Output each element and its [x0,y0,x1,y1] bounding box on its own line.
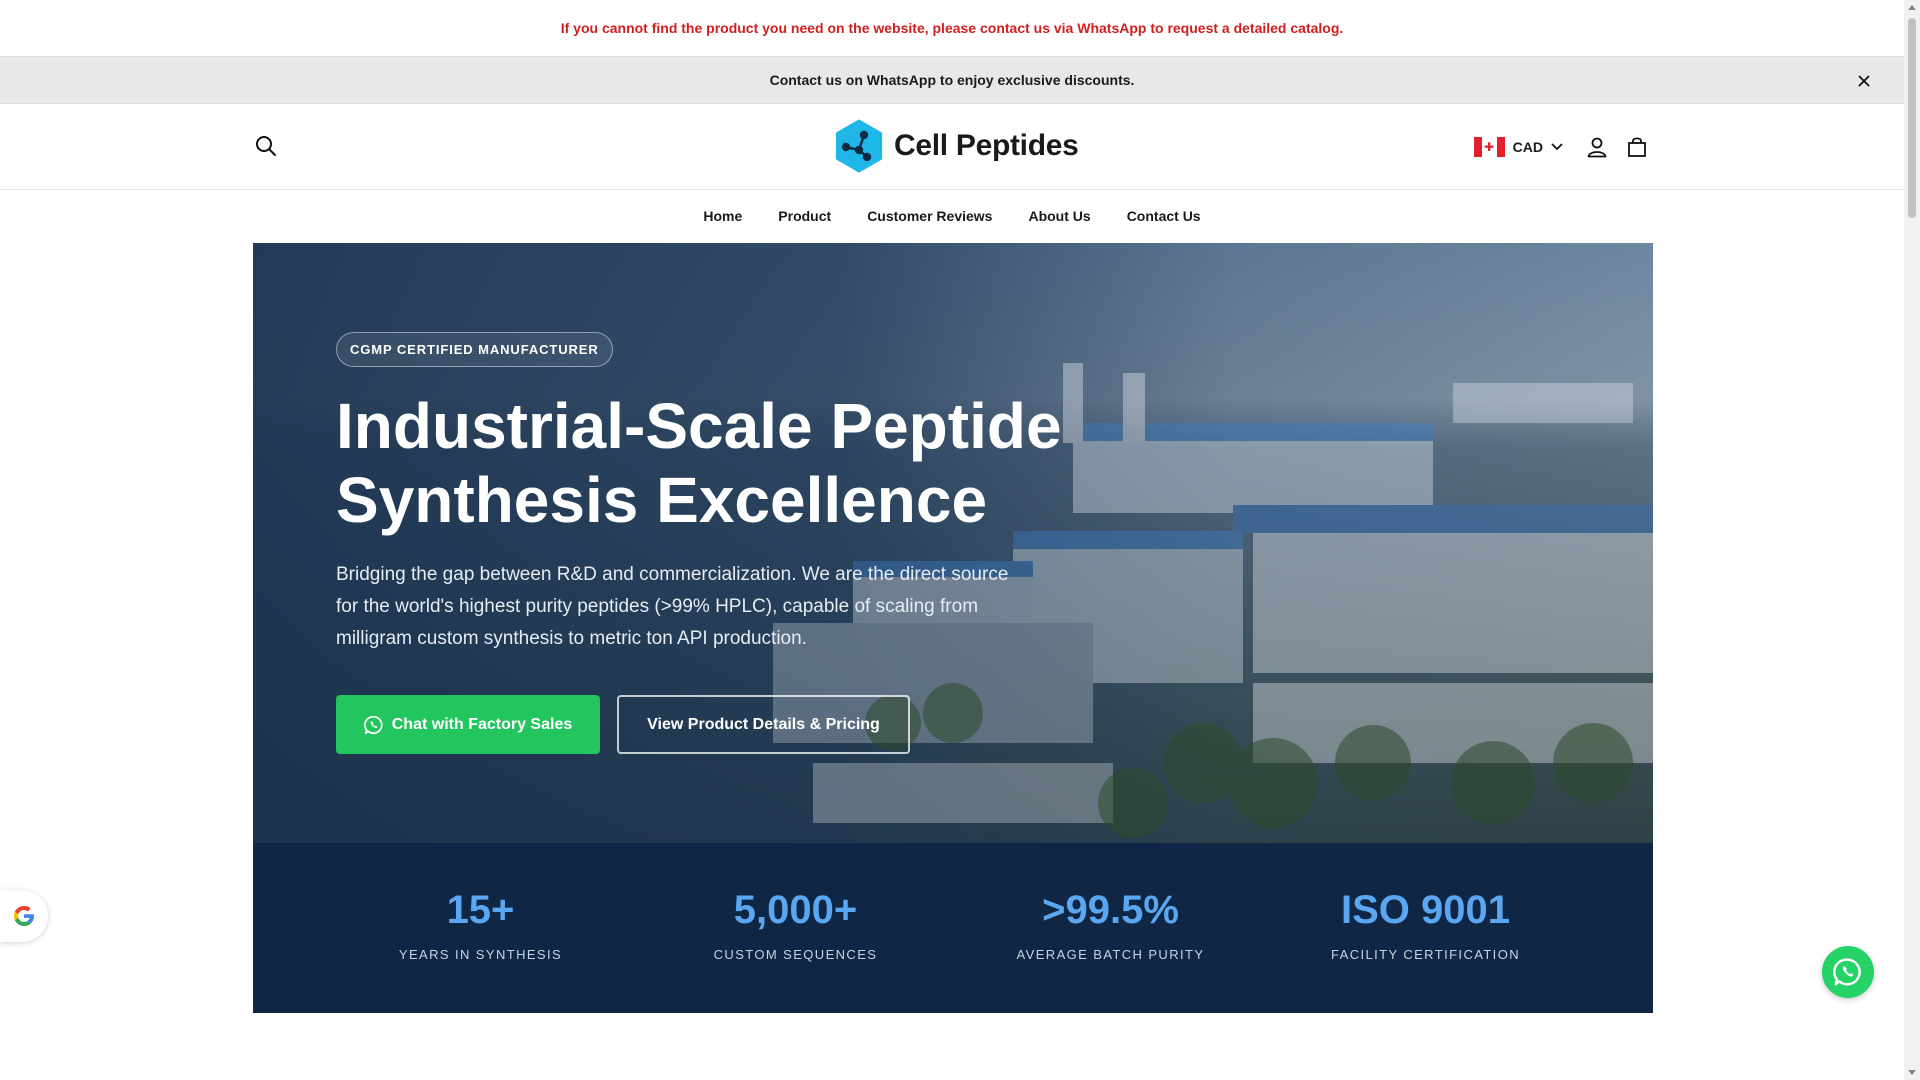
hero-description: Bridging the gap between R&D and commerc… [336,564,1009,649]
site-logo[interactable]: Cell Peptides [832,119,1079,173]
canada-flag-icon: ✚ [1473,137,1505,157]
user-icon[interactable] [1583,133,1611,161]
stat-item: ISO 9001 FACILITY CERTIFICATION [1268,843,1583,1013]
whatsapp-icon [1833,958,1861,986]
main-nav: Home Product Customer Reviews About Us C… [0,190,1904,242]
site-header: Cell Peptides ✚ CAD [0,104,1904,190]
chevron-down-icon [1551,143,1563,151]
stat-value: ISO 9001 [1340,888,1510,932]
hero-title: Industrial-Scale Peptide Synthesis Excel… [336,390,1062,536]
whatsapp-float-button[interactable] [1822,946,1874,998]
whatsapp-icon [363,715,383,734]
hero-banner: CGMP CERTIFIED MANUFACTURER Industrial-S… [253,243,1653,843]
stat-item: 15+ YEARS IN SYNTHESIS [323,843,638,1013]
google-icon [14,906,34,926]
stat-value: >99.5% [1042,888,1179,932]
nav-home[interactable]: Home [703,208,742,224]
announcement-text: Contact us on WhatsApp to enjoy exclusiv… [769,72,1135,88]
scroll-up-arrow-icon[interactable] [1908,5,1916,10]
page-scrollbar[interactable] [1904,0,1920,1080]
announcement-bar: Contact us on WhatsApp to enjoy exclusiv… [0,56,1904,104]
stat-item: 5,000+ CUSTOM SEQUENCES [638,843,953,1013]
header-actions: ✚ CAD [1473,132,1651,162]
view-product-details-label: View Product Details & Pricing [647,715,880,733]
scrollbar-thumb[interactable] [1908,18,1916,218]
top-notice-text: If you cannot find the product you need … [560,20,1344,36]
stat-label: CUSTOM SEQUENCES [713,947,878,962]
stat-label: AVERAGE BATCH PURITY [1016,947,1205,962]
nav-contact-us[interactable]: Contact Us [1127,208,1201,224]
stats-bar: 15+ YEARS IN SYNTHESIS 5,000+ CUSTOM SEQ… [253,843,1653,1013]
stat-value: 15+ [446,888,515,932]
nav-product[interactable]: Product [778,208,831,224]
bag-icon[interactable] [1623,133,1651,161]
nav-customer-reviews[interactable]: Customer Reviews [867,208,992,224]
top-notice-bar: If you cannot find the product you need … [0,0,1904,56]
chat-factory-sales-button[interactable]: Chat with Factory Sales [336,695,600,754]
currency-selector[interactable]: ✚ CAD [1473,137,1563,157]
close-icon[interactable] [1854,71,1874,91]
view-product-details-button[interactable]: View Product Details & Pricing [617,695,910,754]
certification-badge: CGMP CERTIFIED MANUFACTURER [336,332,613,367]
scroll-down-arrow-icon[interactable] [1908,1070,1916,1075]
stat-label: FACILITY CERTIFICATION [1331,947,1520,962]
google-reviews-tab[interactable] [0,890,48,942]
chat-factory-sales-label: Chat with Factory Sales [391,715,573,733]
stat-value: 5,000+ [733,888,858,932]
nav-about-us[interactable]: About Us [1028,208,1090,224]
stat-label: YEARS IN SYNTHESIS [398,947,563,962]
currency-code: CAD [1512,139,1543,155]
logo-text: Cell Peptides [894,129,1079,162]
stat-item: >99.5% AVERAGE BATCH PURITY [953,843,1268,1013]
search-icon[interactable] [254,134,280,160]
logo-mark-icon [835,119,883,173]
